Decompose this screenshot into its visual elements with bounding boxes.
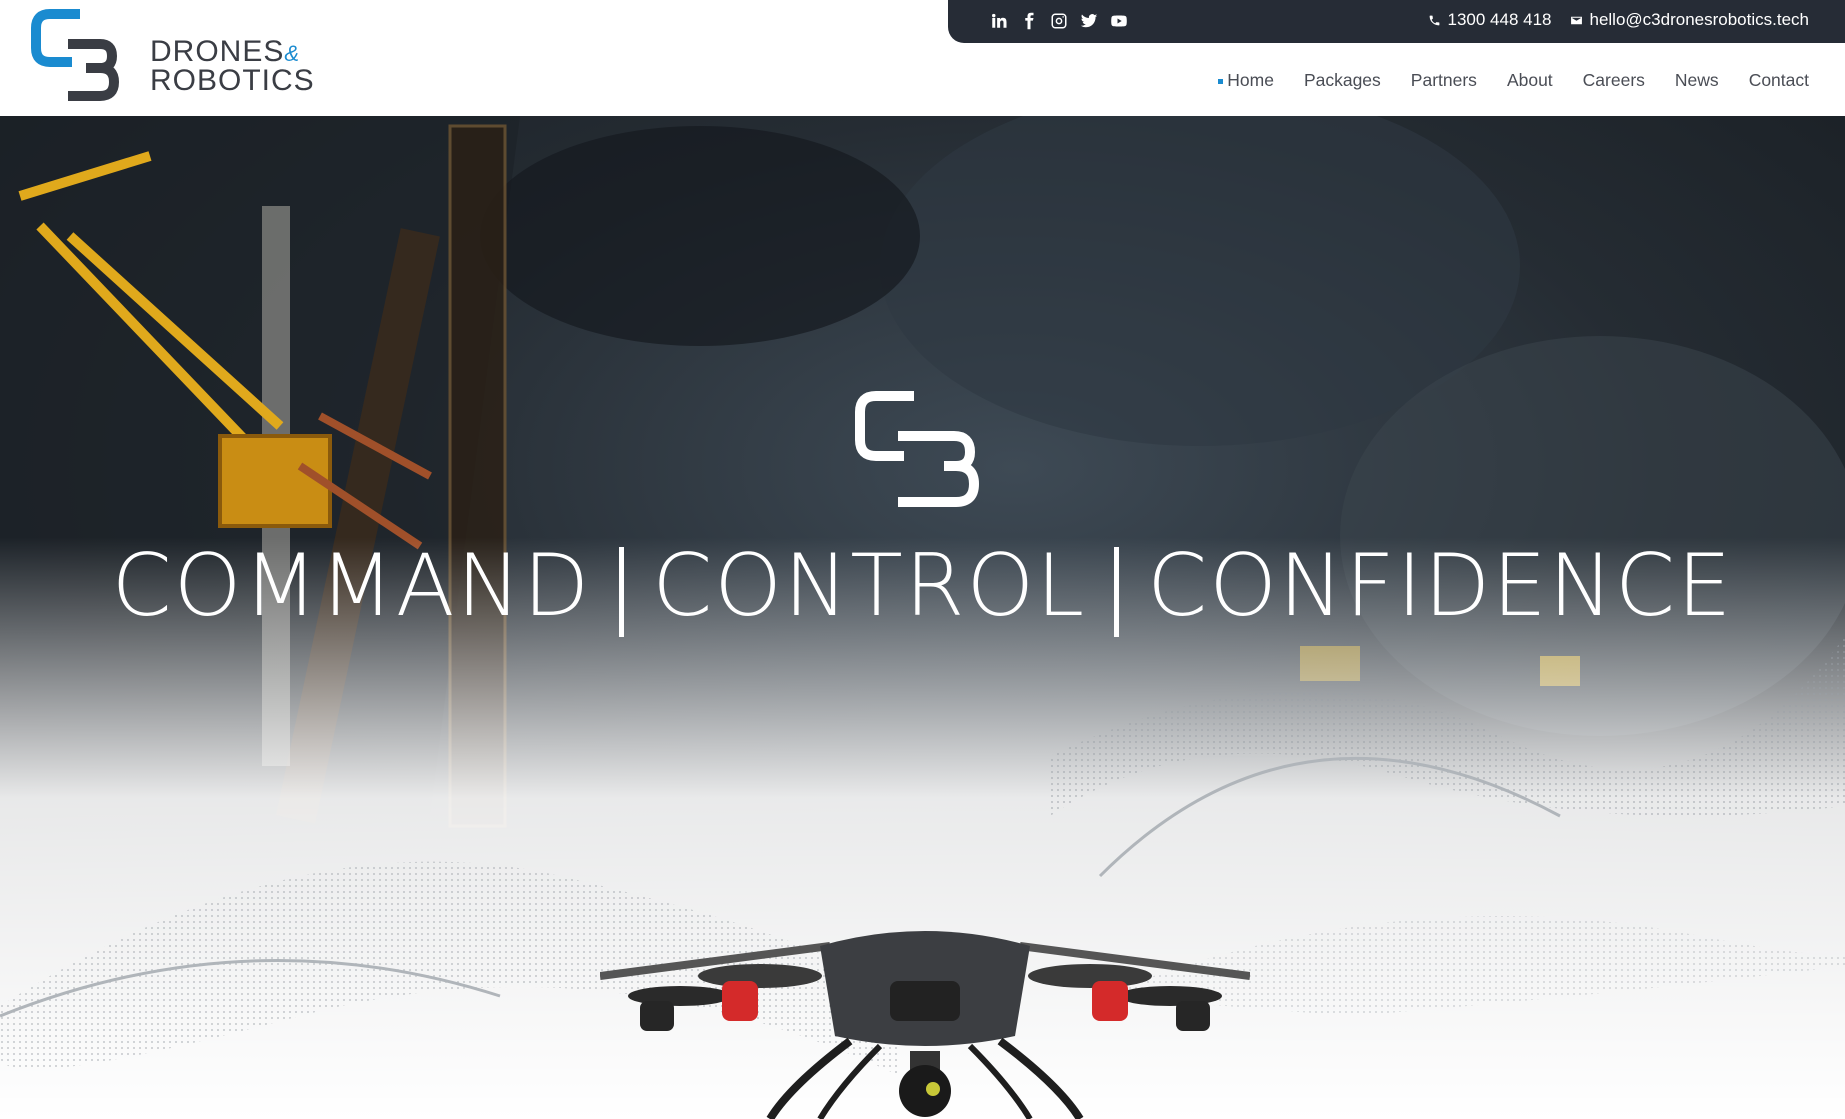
contact-info: 1300 448 418 hello@c3dronesrobotics.tech (1428, 10, 1810, 30)
facebook-icon[interactable] (1018, 10, 1040, 32)
email-address: hello@c3dronesrobotics.tech (1589, 10, 1810, 29)
phone-link[interactable]: 1300 448 418 (1428, 10, 1552, 30)
top-bar: 1300 448 418 hello@c3dronesrobotics.tech (948, 0, 1845, 43)
tagline-separator (619, 546, 625, 637)
instagram-icon[interactable] (1048, 10, 1070, 32)
tagline-word-control: CONTROL (652, 536, 1087, 636)
c3-hero-logo-icon (855, 391, 980, 507)
linkedin-icon[interactable] (988, 10, 1010, 32)
hero-section: COMMAND CONTROL CONFIDENCE (0, 116, 1845, 1119)
site-header: DRONES& ROBOTICS 1300 448 418 hello@c3dr… (0, 0, 1845, 116)
nav-item-partners[interactable]: Partners (1411, 70, 1477, 91)
youtube-icon[interactable] (1108, 10, 1130, 32)
nav-item-about[interactable]: About (1507, 70, 1553, 91)
drone-illustration (600, 931, 1250, 1119)
nav-item-news[interactable]: News (1675, 70, 1719, 91)
email-link[interactable]: hello@c3dronesrobotics.tech (1570, 10, 1810, 30)
brand-amp: & (284, 41, 301, 66)
tagline-separator (1114, 546, 1120, 637)
nav-item-contact[interactable]: Contact (1749, 70, 1809, 91)
tagline-word-command: COMMAND (111, 536, 592, 636)
email-icon (1570, 16, 1582, 24)
nav-item-home[interactable]: Home (1218, 70, 1274, 91)
brand-line2: ROBOTICS (150, 64, 315, 97)
nav-item-packages[interactable]: Packages (1304, 70, 1381, 91)
tagline-word-confidence: CONFIDENCE (1147, 536, 1734, 636)
brand-wordmark: DRONES& ROBOTICS (150, 37, 315, 97)
c3-logo-icon (31, 9, 120, 101)
brand-logo[interactable]: DRONES& ROBOTICS (30, 8, 320, 108)
twitter-icon[interactable] (1078, 10, 1100, 32)
hero-tagline: COMMAND CONTROL CONFIDENCE (0, 536, 1845, 637)
phone-number: 1300 448 418 (1447, 10, 1552, 29)
phone-icon (1429, 15, 1439, 25)
nav-item-careers[interactable]: Careers (1583, 70, 1645, 91)
main-nav: Home Packages Partners About Careers News Cont… (1218, 70, 1809, 91)
social-links (988, 10, 1130, 32)
